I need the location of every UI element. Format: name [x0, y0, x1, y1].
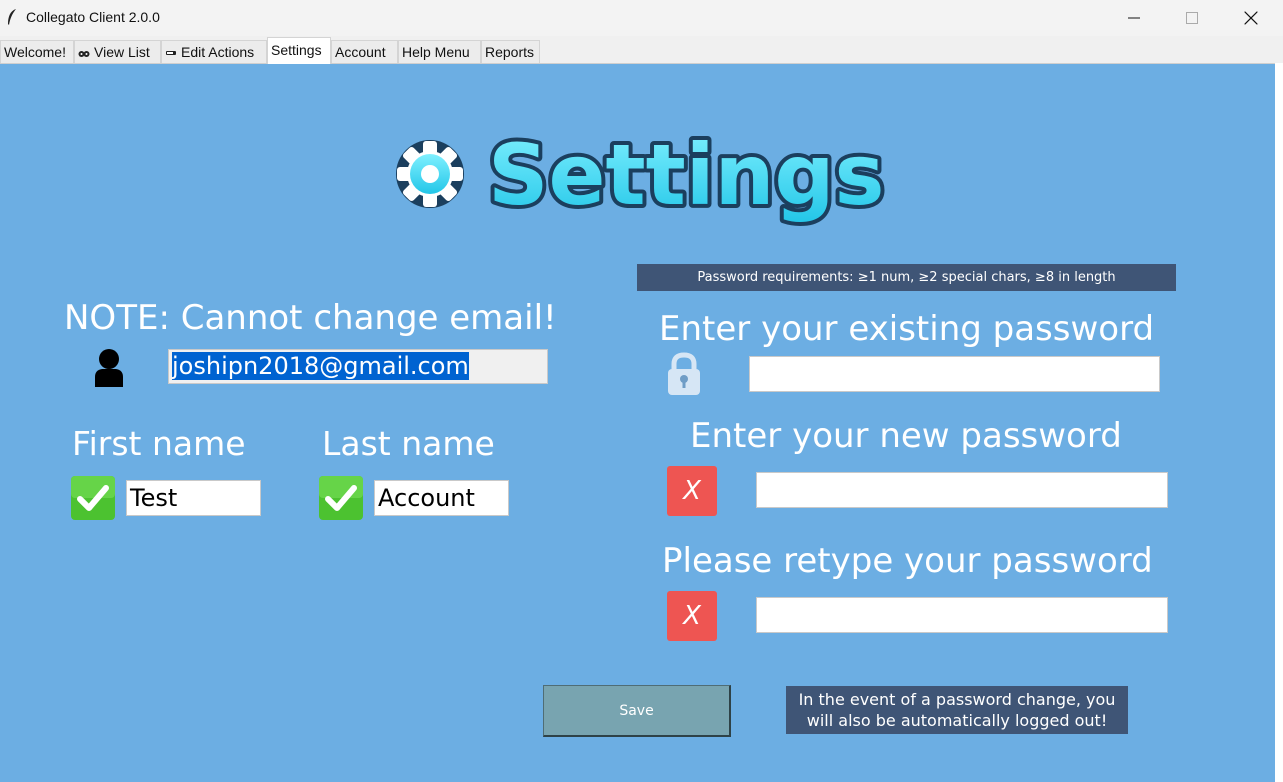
maximize-button[interactable] [1163, 0, 1221, 36]
check-icon [319, 476, 363, 520]
last-name-label: Last name [322, 424, 495, 463]
tab-help-menu[interactable]: Help Menu [398, 40, 481, 63]
lock-icon [668, 352, 700, 395]
pencil-icon [166, 51, 176, 56]
logo-text: Settings [488, 126, 885, 224]
close-button[interactable] [1222, 0, 1280, 36]
minimize-button[interactable] [1105, 0, 1163, 36]
gear-icon [396, 140, 464, 208]
tab-label: Welcome! [4, 44, 66, 60]
tab-label: Reports [485, 44, 535, 60]
eyes-icon [78, 51, 90, 58]
close-icon [1244, 11, 1258, 25]
retype-password-label: Please retype your password [662, 541, 1153, 581]
tab-bar: Welcome! View List Edit Actions Settings… [0, 36, 1283, 64]
tab-label: Account [335, 44, 386, 60]
user-icon [95, 349, 123, 387]
tab-label: Help Menu [402, 44, 470, 60]
last-name-input[interactable]: Account [374, 480, 509, 516]
first-name-label: First name [72, 424, 246, 463]
logout-notice-line: will also be automatically logged out! [806, 711, 1108, 730]
tab-label: Settings [271, 42, 322, 58]
new-password-input[interactable] [756, 472, 1168, 508]
tab-welcome[interactable]: Welcome! [0, 40, 74, 63]
logout-notice: In the event of a password change, you w… [786, 686, 1128, 734]
email-note: NOTE: Cannot change email! [64, 298, 557, 338]
tab-reports[interactable]: Reports [481, 40, 540, 63]
email-value: joshipn2018@gmail.com [172, 352, 469, 380]
maximize-icon [1186, 12, 1198, 24]
password-requirements-banner: Password requirements: ≥1 num, ≥2 specia… [637, 264, 1176, 291]
tab-edit-actions[interactable]: Edit Actions [161, 40, 267, 63]
existing-password-input[interactable] [749, 356, 1160, 392]
tab-account[interactable]: Account [331, 40, 398, 63]
logout-notice-line: In the event of a password change, you [798, 690, 1116, 709]
save-button[interactable]: Save [543, 685, 731, 737]
minimize-icon [1128, 17, 1140, 19]
invalid-status-icon: X [667, 591, 717, 641]
new-password-label: Enter your new password [690, 416, 1122, 456]
settings-logo: Settings [396, 122, 888, 228]
invalid-status-icon: X [667, 466, 717, 516]
feather-icon [8, 9, 16, 25]
email-field[interactable]: joshipn2018@gmail.com [168, 349, 548, 384]
window-title: Collegato Client 2.0.0 [26, 9, 160, 25]
existing-password-label: Enter your existing password [659, 309, 1155, 349]
first-name-input[interactable]: Test [126, 480, 261, 516]
tab-label: Edit Actions [181, 44, 255, 60]
tab-label: View List [94, 44, 150, 60]
tab-view-list[interactable]: View List [74, 40, 161, 63]
title-bar: Collegato Client 2.0.0 [0, 0, 1283, 37]
window-edge [1275, 63, 1283, 782]
tab-settings[interactable]: Settings [267, 37, 331, 64]
check-icon [71, 476, 115, 520]
retype-password-input[interactable] [756, 597, 1168, 633]
